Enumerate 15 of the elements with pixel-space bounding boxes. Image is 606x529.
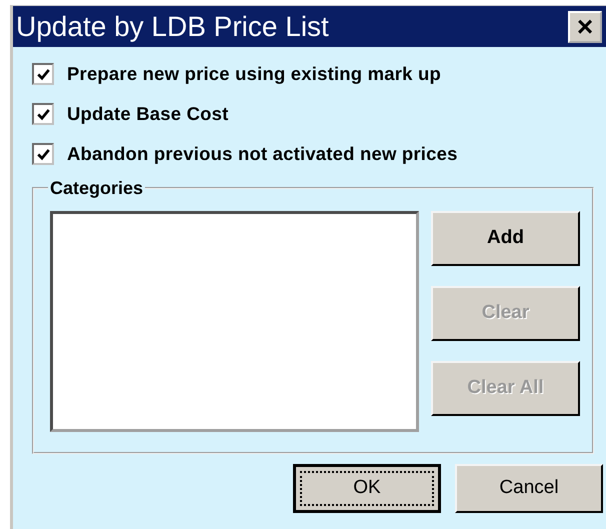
checkbox-label[interactable]: Prepare new price using existing mark up [67, 60, 442, 88]
close-button[interactable]: × [568, 10, 602, 42]
checkbox-label[interactable]: Update Base Cost [67, 100, 229, 128]
checkbox[interactable] [32, 143, 54, 165]
checkmark-icon [36, 66, 50, 82]
window-title: Update by LDB Price List [16, 12, 329, 40]
checkmark-icon [36, 146, 50, 162]
cancel-button[interactable]: Cancel [455, 464, 603, 513]
ok-button[interactable]: OK [293, 464, 441, 513]
checkbox-label[interactable]: Abandon previous not activated new prices [67, 140, 458, 168]
category-button[interactable]: Add [431, 211, 580, 266]
categories-list[interactable] [50, 211, 419, 432]
checkbox[interactable] [32, 63, 54, 85]
checkmark-icon [36, 106, 50, 122]
checkbox[interactable] [32, 103, 54, 125]
